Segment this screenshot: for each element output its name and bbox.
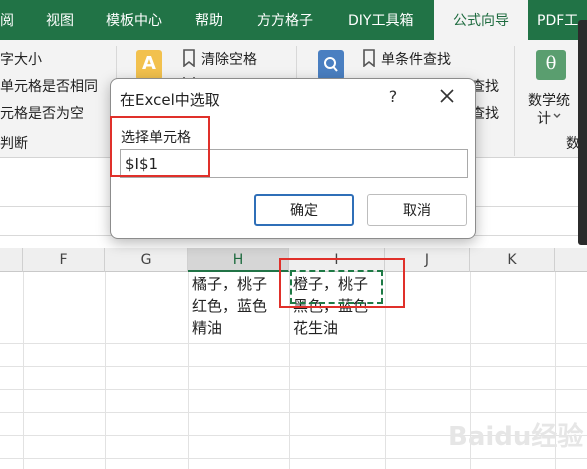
tab-view[interactable]: 视图	[46, 0, 74, 40]
text-a-icon-letter: A	[142, 53, 156, 74]
cell-h1[interactable]: 橘子，桃子 红色，蓝色 精油	[192, 273, 267, 339]
close-icon[interactable]	[435, 84, 459, 108]
grid-line	[0, 412, 587, 413]
dialog-title: 在Excel中选取	[120, 91, 220, 109]
theta-glyph: θ	[545, 53, 557, 74]
tab-help[interactable]: 帮助	[195, 0, 223, 40]
tab-diy-toolbox[interactable]: DIY工具箱	[348, 0, 413, 40]
column-header-h[interactable]: H	[188, 248, 289, 272]
ribbon-item-cell-same[interactable]: 单元格是否相同	[0, 76, 98, 96]
clear-space-button[interactable]: 清除空格	[201, 49, 257, 69]
watermark-logo: Baidu经验	[448, 422, 584, 452]
math-stats-label-line2[interactable]: 计	[537, 108, 551, 128]
ribbon-tab-bar: 阅 视图 模板中心 帮助 方方格子 DIY工具箱 公式向导 PDF工	[0, 0, 587, 40]
text-a-icon[interactable]: A	[136, 50, 162, 80]
grid-line	[105, 272, 106, 469]
chevron-down-icon[interactable]	[553, 113, 561, 119]
grid-line	[23, 272, 24, 469]
cell-h1-line1: 橘子，桃子	[192, 275, 268, 293]
ribbon-separator-3	[514, 46, 515, 156]
lookup-search-icon[interactable]	[318, 50, 344, 80]
grid-line	[0, 458, 587, 459]
annotation-highlight-dialog	[110, 116, 210, 177]
annotation-highlight-cell	[279, 258, 405, 308]
grid-line	[0, 366, 587, 367]
column-header-partial[interactable]	[0, 248, 23, 272]
help-button[interactable]: ?	[383, 87, 403, 106]
tab-fangfang-gezi[interactable]: 方方格子	[257, 0, 313, 40]
side-panel-edge	[578, 20, 587, 245]
cell-h1-line3: 精油	[192, 319, 223, 337]
column-header-f[interactable]: F	[23, 248, 105, 272]
ribbon-item-font-size[interactable]: 字大小	[0, 49, 42, 69]
single-condition-lookup-button[interactable]: 单条件查找	[381, 49, 451, 69]
cell-h1-line2: 红色，蓝色	[192, 297, 268, 315]
grid-line	[188, 272, 189, 469]
tab-formula-wizard[interactable]: 公式向导	[434, 0, 528, 40]
ok-button[interactable]: 确定	[254, 194, 354, 226]
bookmark-icon	[183, 49, 195, 67]
cell-i1-line3: 花生油	[293, 319, 339, 337]
tab-pdf-tools[interactable]: PDF工	[537, 0, 578, 40]
grid-line	[0, 389, 587, 390]
math-stats-icon[interactable]: θ	[536, 50, 566, 80]
column-header-k[interactable]: K	[470, 248, 555, 272]
cancel-button[interactable]: 取消	[367, 194, 467, 226]
tab-review[interactable]: 阅	[0, 0, 14, 40]
bookmark-icon-3	[363, 49, 375, 67]
tab-template-center[interactable]: 模板中心	[106, 0, 162, 40]
ribbon-group-judge-label: 判断	[0, 136, 28, 152]
math-stats-label-line1[interactable]: 数学统	[528, 90, 570, 110]
grid-line	[0, 343, 587, 344]
column-header-g[interactable]: G	[105, 248, 188, 272]
ribbon-item-cell-empty[interactable]: 元格是否为空	[0, 103, 84, 123]
